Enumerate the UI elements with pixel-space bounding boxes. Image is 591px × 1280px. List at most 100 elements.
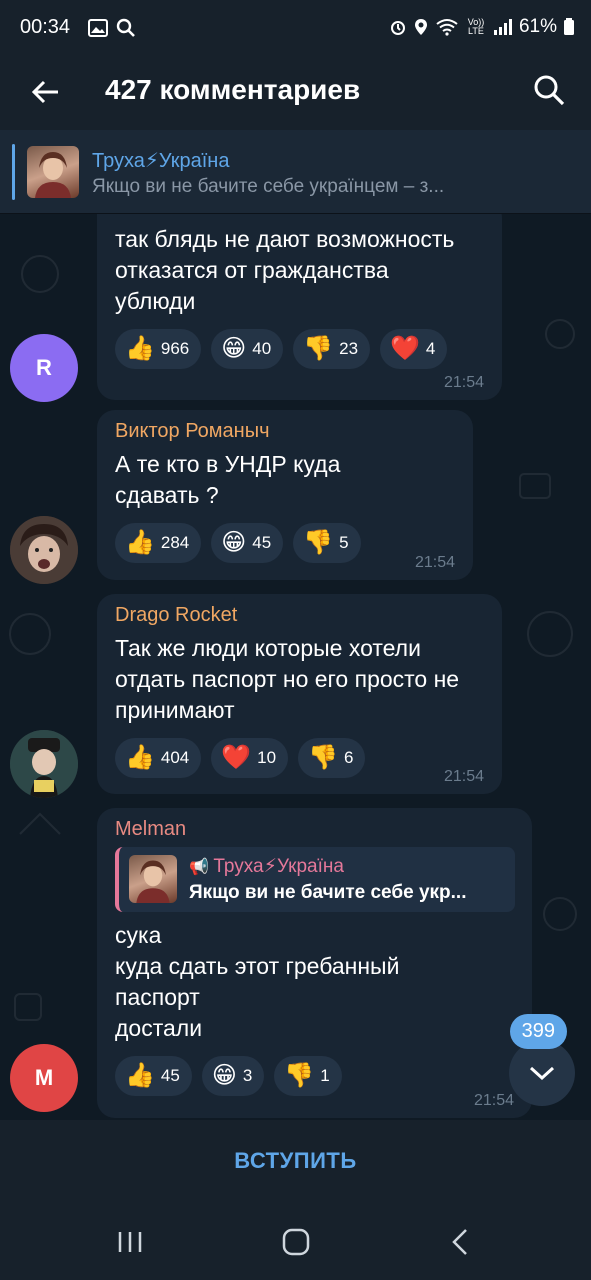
reaction-thumbs-down[interactable]: 👎 23 [293,329,371,369]
avatar-photo [10,730,78,798]
reaction-count: 23 [339,339,359,358]
comment-text: так блядь не дают возможность отказатся … [115,226,455,314]
reactions-row: 👍 966 😁 40 👎 23 ❤️ 4 [115,329,484,369]
reply-quote[interactable]: 📢 Труха⚡Україна Якщо ви не бачите себе у… [115,847,515,912]
avatar[interactable] [10,516,78,584]
comment-text: А те кто в УНДР куда сдавать ? [115,451,341,508]
reaction-count: 284 [160,533,190,552]
reply-title: 📢 Труха⚡Україна [189,855,509,878]
message-time: 21:54 [443,768,484,785]
avatar-letter: R [36,355,52,380]
pinned-post[interactable]: Труха⚡Україна Якщо ви не бачите себе укр… [0,130,591,214]
system-nav-bar [0,1202,591,1280]
join-label: ВСТУПИТЬ [234,1148,357,1173]
avatar-letter: M [34,1065,54,1090]
battery-level: 61% [518,16,557,37]
pinned-thumbnail [27,146,79,198]
reactions-row: 👍 45 😁 3 👎 1 [115,1056,514,1096]
comment-bubble[interactable]: Виктор Романыч А те кто в УНДР куда сдав… [97,410,473,580]
page-title: 427 комментариев [105,74,361,105]
reaction-thumbs-up[interactable]: 👍 284 [115,523,202,563]
author-name[interactable]: Drago Rocket [115,604,484,627]
reaction-count: 40 [252,339,272,358]
wifi-icon [436,19,458,36]
status-bar: 00:34 Vo)) LTE 61% [0,0,591,58]
image-icon [88,19,108,37]
signal-icon [493,19,512,35]
heart-icon: ❤️ [390,335,420,362]
grin-icon: 😁 [221,335,247,362]
avatar[interactable]: M [10,1044,78,1112]
unread-count-badge[interactable]: 399 [509,1014,567,1049]
author-name[interactable]: Виктор Романыч [115,420,455,443]
reaction-count: 10 [257,748,277,767]
reaction-thumbs-down[interactable]: 👎 5 [293,523,361,563]
location-icon [414,19,427,35]
reaction-count: 45 [160,1066,180,1085]
app-header: 427 комментариев [0,58,591,130]
reaction-thumbs-down[interactable]: 👎 6 [298,738,366,778]
reaction-count: 966 [160,339,190,358]
comment-text: сука куда сдать этот гребанный паспорт д… [115,920,514,1044]
reaction-count: 5 [339,533,349,552]
avatar[interactable]: R [10,334,78,402]
thumbs-up-icon: 👍 [125,529,155,556]
megaphone-icon: 📢 [189,859,214,876]
comment-bubble[interactable]: Melman 📢 Труха⚡Україна Якщо ви не бачите… [97,808,532,1118]
thumbs-down-icon: 👎 [303,529,334,556]
reaction-count: 1 [320,1066,330,1085]
reaction-thumbs-up[interactable]: 👍 45 [115,1056,192,1096]
status-time: 00:34 [20,16,71,38]
reply-thumbnail [129,855,177,903]
thumbs-down-icon: 👎 [303,335,334,362]
comment-text: Так же люди которые хотели отдать паспор… [115,635,460,723]
thumbs-up-icon: 👍 [125,335,155,362]
comment-bubble[interactable]: так блядь не дают возможность отказатся … [97,214,502,400]
recent-apps-icon[interactable] [110,1224,150,1260]
reaction-count: 6 [343,748,354,767]
reaction-thumbs-up[interactable]: 👍 966 [115,329,202,369]
reaction-grin[interactable]: 😁 45 [211,523,284,563]
reaction-count: 4 [425,339,436,358]
pinned-indicator [12,144,15,200]
avatar-photo [10,516,78,584]
home-icon[interactable] [276,1224,316,1260]
back-arrow-icon[interactable] [28,74,64,110]
alarm-icon [390,21,405,35]
reaction-thumbs-down[interactable]: 👎 1 [274,1056,342,1096]
search-icon[interactable] [531,72,567,108]
reaction-heart[interactable]: ❤️ 4 [380,329,448,369]
reaction-count: 45 [252,533,272,552]
comments-list[interactable]: так блядь не дают возможность отказатся … [0,214,591,1120]
comment-line: сука [115,922,162,948]
join-button[interactable]: ВСТУПИТЬ [0,1120,591,1202]
reactions-row: 👍 284 😁 45 👎 5 [115,523,455,563]
grin-icon: 😁 [221,529,247,556]
reaction-grin[interactable]: 😁 40 [211,329,284,369]
reply-channel-name: Труха⚡Україна [213,856,344,877]
avatar[interactable] [10,730,78,798]
pinned-preview-text: Якщо ви не бачите себе українцем – з... [92,176,445,197]
back-icon[interactable] [442,1224,482,1260]
thumbs-down-icon: 👎 [284,1062,315,1089]
grin-icon: 😁 [211,1062,237,1089]
chevron-down-icon [529,1066,555,1081]
comment-line: куда сдать этот гребанный [115,953,400,979]
reaction-count: 3 [242,1066,253,1085]
reactions-row: 👍 404 ❤️ 10 👎 6 [115,738,484,778]
reaction-heart[interactable]: ❤️ 10 [211,738,289,778]
reply-text: Якщо ви не бачите себе укр... [189,882,467,903]
reaction-grin[interactable]: 😁 3 [201,1056,265,1096]
reaction-thumbs-up[interactable]: 👍 404 [115,738,202,778]
message-time: 21:54 [443,374,484,391]
comment-line: достали [115,1015,203,1041]
reaction-count: 404 [160,748,190,767]
comment-bubble[interactable]: Drago Rocket Так же люди которые хотели … [97,594,502,794]
thumbs-up-icon: 👍 [125,744,155,771]
scroll-down-button[interactable] [509,1040,575,1106]
author-name[interactable]: Melman [115,818,514,841]
comment-line: паспорт [115,984,200,1010]
heart-icon: ❤️ [221,744,252,771]
volte-icon: Vo)) LTE [467,17,485,36]
pinned-channel-title: Труха⚡Україна [92,150,230,172]
